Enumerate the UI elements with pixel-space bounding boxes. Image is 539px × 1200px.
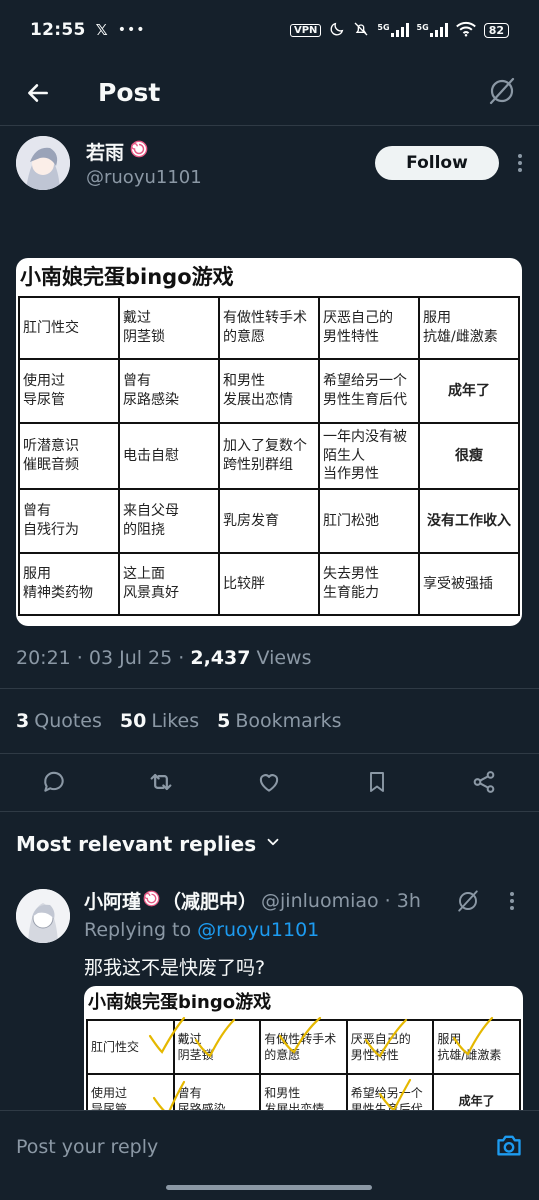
bingo-cell: 这上面 风景真好 — [118, 552, 220, 616]
bookmarks-label: Bookmarks — [235, 710, 342, 732]
likes-stat[interactable]: 50 Likes — [120, 710, 199, 732]
more-icon: ••• — [117, 22, 146, 38]
replying-prefix: Replying to — [84, 919, 198, 941]
post-stats: 3 Quotes 50 Likes 5 Bookmarks — [0, 688, 539, 754]
author-name[interactable]: 若雨 — [86, 138, 124, 165]
replies-sort-selector[interactable]: Most relevant replies — [16, 832, 282, 856]
home-indicator — [166, 1185, 372, 1190]
quotes-stat[interactable]: 3 Quotes — [16, 710, 102, 732]
bingo-cell: 享受被强插 — [418, 552, 520, 616]
reply-handle-time[interactable]: @jinluomiao · 3h — [261, 890, 421, 912]
bingo-row: 服用 精神类药物 这上面 风景真好 比较胖 失去男性 生育能力 享受被强插 — [18, 552, 520, 616]
bingo-cell: 有做性转手术 的意愿 — [218, 296, 320, 360]
battery-indicator: 82 — [483, 22, 509, 38]
views-label: Views — [250, 647, 312, 669]
bingo-cell: 曾有 尿路感染 — [118, 358, 220, 424]
bookmarks-stat[interactable]: 5 Bookmarks — [217, 710, 341, 732]
reply-input-placeholder[interactable]: Post your reply — [16, 1136, 158, 1158]
signal-label-2: 5G — [416, 23, 429, 32]
camera-icon[interactable] — [495, 1132, 523, 1162]
repost-icon[interactable] — [146, 767, 176, 797]
like-heart-icon[interactable] — [254, 767, 284, 797]
bingo-cell: 和男性 发展出恋情 — [218, 358, 320, 424]
bingo-cell: 服用 精神类药物 — [18, 552, 120, 616]
signal-icon-2: 5G — [417, 23, 448, 37]
bingo-cell: 很瘦 — [418, 422, 520, 490]
post-author-row: 若雨 @ruoyu1101 Follow — [16, 133, 523, 193]
bingo-cell: 加入了复数个 跨性别群组 — [218, 422, 320, 490]
moon-icon — [329, 21, 345, 40]
reply-avatar[interactable] — [16, 889, 70, 943]
post-action-bar — [0, 754, 539, 812]
bingo-cell: 曾有 自残行为 — [18, 488, 120, 554]
bingo-row: 肛门性交 戴过 阴茎锁 有做性转手术 的意愿 厌恶自己的 男性特性 服用 抗雄/雌激素 — [18, 296, 520, 360]
reply-author-name[interactable]: 小阿瑾 — [84, 887, 141, 914]
post-timestamp: 20:21 · 03 Jul 25 · — [16, 647, 191, 669]
reply-replying-to: Replying to @ruoyu1101 — [84, 919, 319, 941]
bingo-cell: 来自父母 的阻挠 — [118, 488, 220, 554]
author-avatar[interactable] — [16, 136, 70, 190]
bingo-row: 使用过 导尿管 曾有 尿路感染 和男性 发展出恋情 希望给另一个 男性生育后代 成年了 — [18, 358, 520, 424]
more-options-icon[interactable] — [517, 154, 523, 172]
bingo-grid: 肛门性交 戴过 阴茎锁 有做性转手术 的意愿 厌恶自己的 男性特性 服用 抗雄/雌激素使… — [18, 296, 520, 616]
bingo-cell: 厌恶自己的 男性特性 — [318, 296, 420, 360]
lollipop-emoji-icon — [130, 140, 148, 163]
top-header: Post — [0, 60, 539, 126]
reply-grok-icon[interactable] — [456, 889, 480, 917]
bookmark-icon[interactable] — [362, 767, 392, 797]
wifi-icon — [455, 21, 476, 40]
image-title: 小南娘完蛋bingo游戏 — [20, 265, 234, 289]
bingo-cell: 没有工作收入 — [418, 488, 520, 554]
quotes-label: Quotes — [34, 710, 102, 732]
reply-image[interactable]: 小南娘完蛋bingo游戏 肛门性交 戴过 阴茎锁 有做性转手术 的意愿 厌恶自己的 男… — [84, 986, 523, 1126]
bingo-cell: 比较胖 — [218, 552, 320, 616]
back-arrow-icon[interactable] — [22, 77, 54, 109]
bingo-cell: 戴过 阴茎锁 — [118, 296, 220, 360]
replies-sort-label: Most relevant replies — [16, 832, 257, 856]
bingo-row: 曾有 自残行为 来自父母 的阻挠 乳房发育 肛门松弛 没有工作收入 — [18, 488, 520, 554]
post-image[interactable]: 小南娘完蛋bingo游戏 肛门性交 戴过 阴茎锁 有做性转手术 的意愿 厌恶自己的 男… — [16, 258, 522, 626]
bingo-row: 听潜意识 催眠音频 电击自慰 加入了复数个 跨性别群组 一年内没有被 陌生人 当作男性… — [18, 422, 520, 490]
status-time: 12:55 — [30, 20, 86, 40]
bingo-cell: 电击自慰 — [118, 422, 220, 490]
likes-count: 50 — [119, 710, 147, 732]
vpn-badge: VPN — [289, 23, 322, 37]
page-title: Post — [98, 78, 161, 107]
lollipop-emoji-icon — [143, 890, 160, 912]
views-count: 2,437 — [190, 647, 251, 669]
replying-handle-link[interactable]: @ruoyu1101 — [197, 919, 319, 941]
reply-more-options-icon[interactable] — [510, 892, 514, 910]
grok-icon[interactable] — [487, 76, 517, 110]
reply-author-suffix: （减肥中） — [162, 891, 258, 913]
bingo-cell: 失去男性 生育能力 — [318, 552, 420, 616]
reply-text: 那我这不是快废了吗? — [84, 957, 266, 979]
author-handle[interactable]: @ruoyu1101 — [86, 167, 202, 188]
signal-label: 5G — [377, 23, 390, 32]
reply-icon[interactable] — [39, 767, 69, 797]
bingo-cell: 希望给另一个 男性生育后代 — [318, 358, 420, 424]
bingo-cell: 肛门性交 — [18, 296, 120, 360]
chevron-down-icon — [264, 832, 282, 856]
signal-icon: 5G — [377, 23, 409, 37]
bingo-cell: 肛门松弛 — [318, 488, 420, 554]
x-icon: 𝕏 — [95, 21, 108, 39]
mute-bell-icon — [353, 21, 369, 40]
share-icon[interactable] — [469, 767, 499, 797]
bingo-cell: 使用过 导尿管 — [18, 358, 120, 424]
bingo-cell: 乳房发育 — [218, 488, 320, 554]
post-meta-line: 20:21 · 03 Jul 25 · 2,437 Views — [16, 647, 312, 669]
bookmarks-count: 5 — [217, 710, 231, 732]
follow-button[interactable]: Follow — [375, 146, 499, 180]
likes-label: Likes — [151, 710, 200, 732]
bingo-cell: 服用 抗雄/雌激素 — [418, 296, 520, 360]
bingo-cell: 一年内没有被 陌生人 当作男性 — [318, 422, 420, 490]
reply-header: 小阿瑾 （减肥中） @jinluomiao · 3h — [84, 887, 421, 914]
reply-composer[interactable]: Post your reply — [0, 1110, 539, 1182]
status-bar: 12:55 𝕏 ••• VPN 5G 5G 82 — [0, 0, 539, 60]
bingo-cell: 成年了 — [418, 358, 520, 424]
quotes-count: 3 — [16, 710, 30, 732]
checkmarks-overlay — [148, 1016, 494, 1116]
bingo-cell: 听潜意识 催眠音频 — [18, 422, 120, 490]
